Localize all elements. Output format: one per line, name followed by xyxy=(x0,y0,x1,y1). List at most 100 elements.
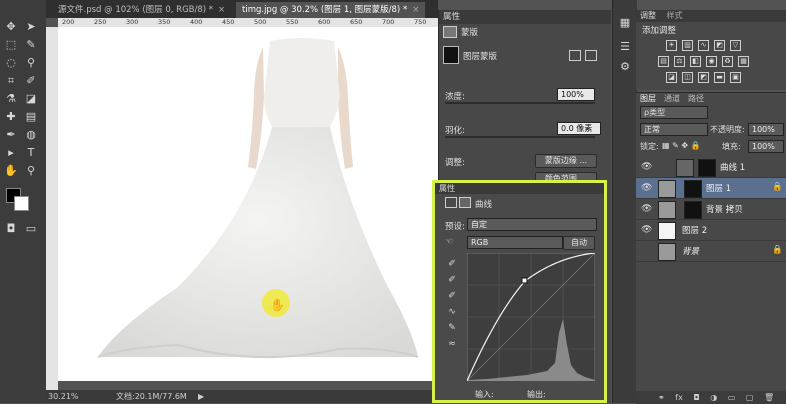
crop-tool-icon[interactable]: ⌗ xyxy=(4,74,18,88)
smooth-icon[interactable]: ≈ xyxy=(445,337,459,351)
tab-layers[interactable]: 图层 xyxy=(640,93,656,105)
layer-row[interactable]: 背景 🔒 xyxy=(636,241,786,262)
layer-mask-thumb[interactable] xyxy=(698,159,716,177)
new-adjustment-icon[interactable]: ◑ xyxy=(710,393,717,402)
density-field[interactable]: 100% xyxy=(557,88,595,101)
marquee-tool-icon[interactable]: ⬚ xyxy=(4,38,18,52)
eyedropper-gray-icon[interactable]: ✐ xyxy=(445,273,459,287)
eyedropper-tool-icon[interactable]: ⚗ xyxy=(4,92,18,106)
auto-button[interactable]: 自动 xyxy=(563,236,595,250)
mask-mode-icon[interactable] xyxy=(443,26,457,38)
add-mask-icon[interactable] xyxy=(569,50,581,61)
type-tool-icon[interactable]: T xyxy=(24,146,38,160)
blur-tool-icon[interactable]: ◍ xyxy=(24,128,38,142)
gradient-tool-icon[interactable]: ▤ xyxy=(24,110,38,124)
tab-channels[interactable]: 通道 xyxy=(664,93,680,105)
close-icon[interactable]: × xyxy=(218,5,225,15)
curve-graph[interactable] xyxy=(467,253,595,381)
fill-field[interactable]: 100% xyxy=(748,140,784,153)
blend-mode-select[interactable]: 正常 xyxy=(640,123,708,136)
opacity-field[interactable]: 100% xyxy=(748,123,784,136)
fx-icon[interactable]: fx xyxy=(675,393,683,402)
history-panel-icon[interactable]: ▦ xyxy=(618,16,632,30)
new-layer-icon[interactable]: ▢ xyxy=(746,393,754,402)
tab-timg[interactable]: timg.jpg @ 30.2% (图层 1, 图层蒙版/8) * × xyxy=(236,2,426,18)
arrow-tool-icon[interactable]: ➤ xyxy=(24,20,38,34)
levels-icon[interactable]: ▥ xyxy=(682,40,693,51)
hand-tool-icon[interactable]: ✋ xyxy=(4,164,18,178)
black-white-icon[interactable]: ◧ xyxy=(690,56,701,67)
properties-panel-icon[interactable]: ☰ xyxy=(618,40,632,54)
channel-mixer-icon[interactable]: ♻ xyxy=(722,56,733,67)
zoom-level[interactable]: 30.21% xyxy=(48,390,79,403)
info-panel-icon[interactable]: ⚙ xyxy=(618,60,632,74)
lasso-tool-icon[interactable]: ◌ xyxy=(4,56,18,70)
target-adjust-icon[interactable]: ☜ xyxy=(445,238,457,247)
add-mask-icon[interactable]: ◘ xyxy=(693,393,699,402)
eyedropper-black-icon[interactable]: ✐ xyxy=(445,257,459,271)
posterize-icon[interactable]: ◫ xyxy=(682,72,693,83)
curves-mask-icon[interactable] xyxy=(459,197,471,208)
tab-source-file[interactable]: 源文件.psd @ 102% (图层 0, RGB/8) * × xyxy=(52,2,231,18)
vector-mask-icon[interactable] xyxy=(585,50,597,61)
eye-icon[interactable]: 👁 xyxy=(641,204,652,214)
eyedropper-white-icon[interactable]: ✐ xyxy=(445,289,459,303)
brush-tool-icon[interactable]: ✎ xyxy=(24,38,38,52)
quick-mask-icon[interactable]: ◘ xyxy=(4,222,18,236)
color-lookup-icon[interactable]: ▦ xyxy=(738,56,749,67)
photo-filter-icon[interactable]: ◉ xyxy=(706,56,717,67)
healing-tool-icon[interactable]: ✚ xyxy=(4,110,18,124)
curves-adjust-icon[interactable] xyxy=(445,197,457,208)
curve-point[interactable] xyxy=(521,277,528,284)
layer-row[interactable]: 👁 曲线 1 xyxy=(636,157,786,178)
history-brush-icon[interactable]: ✐ xyxy=(24,74,38,88)
stamp-tool-icon[interactable]: ⚲ xyxy=(24,56,38,70)
pencil-draw-icon[interactable]: ✎ xyxy=(445,321,459,335)
vibrance-icon[interactable]: ▽ xyxy=(730,40,741,51)
channel-select[interactable]: RGB xyxy=(467,236,563,249)
status-arrow-icon[interactable]: ▶ xyxy=(198,390,204,403)
curve-edit-icon[interactable]: ∿ xyxy=(445,305,459,319)
group-icon[interactable]: ▭ xyxy=(728,393,736,402)
selective-color-icon[interactable]: ▣ xyxy=(730,72,741,83)
eye-icon[interactable]: 👁 xyxy=(641,183,652,193)
feather-field[interactable]: 0.0 像素 xyxy=(557,122,601,135)
preset-select[interactable]: 自定 xyxy=(467,218,597,231)
brightness-icon[interactable]: ☀ xyxy=(666,40,677,51)
layer-mask-thumb[interactable] xyxy=(684,201,702,219)
layer-filter-select[interactable]: ρ类型 xyxy=(640,106,708,119)
close-icon[interactable]: × xyxy=(412,5,419,15)
eye-icon[interactable]: 👁 xyxy=(641,225,652,235)
layer-row[interactable]: 👁 背景 拷贝 xyxy=(636,199,786,220)
tab-styles[interactable]: 样式 xyxy=(667,11,683,20)
eraser-tool-icon[interactable]: ◪ xyxy=(24,92,38,106)
pen-tool-icon[interactable]: ✒ xyxy=(4,128,18,142)
density-slider[interactable] xyxy=(445,102,595,104)
color-balance-icon[interactable]: ⚖ xyxy=(674,56,685,67)
exposure-icon[interactable]: ◩ xyxy=(714,40,725,51)
path-select-icon[interactable]: ▸ xyxy=(4,146,18,160)
layer-row[interactable]: 👁 图层 1 🔒 xyxy=(636,178,786,199)
feather-slider[interactable] xyxy=(445,136,595,138)
gradient-map-icon[interactable]: ▬ xyxy=(714,72,725,83)
eye-icon[interactable]: 👁 xyxy=(641,162,652,172)
background-color-swatch[interactable] xyxy=(14,196,29,211)
delete-layer-icon[interactable]: 🗑 xyxy=(764,393,774,402)
eye-icon[interactable] xyxy=(641,246,651,256)
mask-edge-button[interactable]: 蒙版边缘 ... xyxy=(535,154,597,168)
layer-mask-thumb[interactable] xyxy=(684,180,702,198)
threshold-icon[interactable]: ◩ xyxy=(698,72,709,83)
tab-adjustments[interactable]: 调整 xyxy=(640,11,656,20)
tab-paths[interactable]: 路径 xyxy=(688,93,704,105)
screen-mode-icon[interactable]: ▭ xyxy=(24,222,38,236)
zoom-tool-icon[interactable]: ⚲ xyxy=(24,164,38,178)
document-image[interactable]: ✋ xyxy=(58,27,438,381)
lock-icons[interactable]: ▦ ✎ ✥ 🔒 xyxy=(662,141,701,150)
hue-sat-icon[interactable]: ▤ xyxy=(658,56,669,67)
layers-footer: ⚭ fx ◘ ◑ ▭ ▢ 🗑 xyxy=(636,391,786,404)
move-tool-icon[interactable]: ✥ xyxy=(4,20,18,34)
layer-row[interactable]: 👁 图层 2 xyxy=(636,220,786,241)
link-layers-icon[interactable]: ⚭ xyxy=(658,393,665,402)
curves-icon[interactable]: ∿ xyxy=(698,40,709,51)
invert-icon[interactable]: ◪ xyxy=(666,72,677,83)
